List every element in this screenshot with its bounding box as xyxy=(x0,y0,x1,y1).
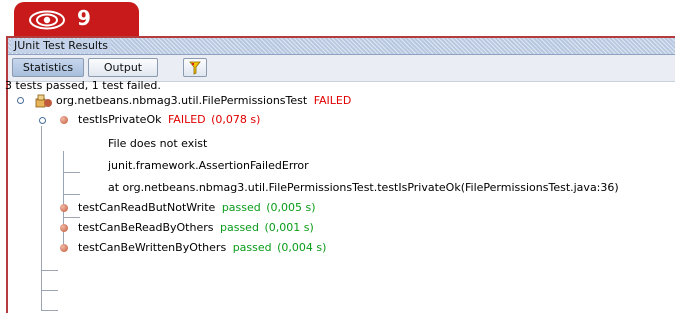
passed-test-icon xyxy=(60,224,68,232)
callout-badge: 9 xyxy=(14,2,139,36)
tree-connector xyxy=(63,217,80,218)
failure-detail-line[interactable]: File does not exist xyxy=(108,136,207,152)
suite-row[interactable]: org.netbeans.nbmag3.util.FilePermissions… xyxy=(56,93,351,109)
test-time: (0,004 s) xyxy=(277,241,327,254)
expand-toggle-icon[interactable] xyxy=(17,97,24,104)
test-row[interactable]: testCanBeWrittenByOthers passed (0,004 s… xyxy=(78,240,326,256)
test-name: testCanReadButNotWrite xyxy=(78,201,216,214)
statistics-tab-button[interactable]: Statistics xyxy=(12,58,84,77)
junit-results-window: JUnit Test Results Statistics Output 3 t… xyxy=(5,36,675,313)
test-row[interactable]: testCanBeReadByOthers passed (0,001 s) xyxy=(78,220,314,236)
tree-connector xyxy=(41,126,42,310)
passed-test-icon xyxy=(60,204,68,212)
callout-number: 9 xyxy=(77,6,91,30)
test-name: testCanBeReadByOthers xyxy=(78,221,214,234)
test-time: (0,078 s) xyxy=(211,113,261,126)
test-time: (0,001 s) xyxy=(264,221,314,234)
window-title: JUnit Test Results xyxy=(11,39,112,53)
test-time: (0,005 s) xyxy=(266,201,316,214)
results-tree: 3 tests passed, 1 test failed. org.netbe… xyxy=(5,79,675,313)
test-status: passed xyxy=(220,221,259,234)
test-name: testCanBeWrittenByOthers xyxy=(78,241,227,254)
window-title-bar[interactable]: JUnit Test Results xyxy=(8,38,675,55)
tree-connector xyxy=(41,270,58,271)
tree-connector xyxy=(63,172,80,173)
toolbar: Statistics Output xyxy=(8,55,675,82)
suite-status: FAILED xyxy=(313,94,352,107)
test-status: passed xyxy=(232,241,272,254)
passed-test-icon xyxy=(60,244,68,252)
test-status: FAILED xyxy=(167,113,206,126)
expand-toggle-icon[interactable] xyxy=(39,117,46,124)
failure-detail-line[interactable]: junit.framework.AssertionFailedError xyxy=(108,158,309,174)
test-name: testIsPrivateOk xyxy=(78,113,162,126)
results-summary: 3 tests passed, 1 test failed. xyxy=(5,79,161,92)
failed-test-icon xyxy=(60,116,68,124)
suite-name: org.netbeans.nbmag3.util.FilePermissions… xyxy=(56,94,308,107)
test-status: passed xyxy=(221,201,261,214)
test-row[interactable]: testIsPrivateOk FAILED (0,078 s) xyxy=(78,112,260,128)
eye-icon xyxy=(29,10,65,30)
output-tab-button[interactable]: Output xyxy=(88,58,158,77)
package-icon xyxy=(35,94,52,108)
tree-connector xyxy=(63,194,80,195)
tree-connector xyxy=(41,290,58,291)
filter-funnel-icon xyxy=(189,61,201,75)
filter-button[interactable] xyxy=(183,58,207,77)
test-row[interactable]: testCanReadButNotWrite passed (0,005 s) xyxy=(78,200,316,216)
stack-trace-line[interactable]: at org.netbeans.nbmag3.util.FilePermissi… xyxy=(108,180,619,196)
tree-connector xyxy=(41,310,58,311)
